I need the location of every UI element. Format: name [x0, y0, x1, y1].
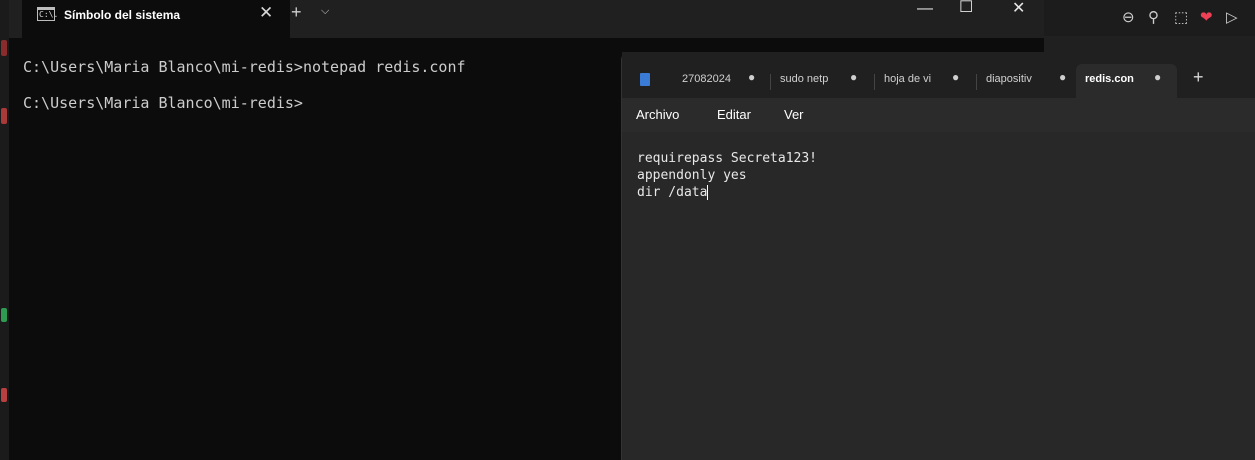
- notepad-editor[interactable]: requirepass Secreta123! appendonly yes d…: [622, 132, 1255, 460]
- editor-line-current: dir /data: [637, 184, 817, 201]
- strip-mark-red: [1, 40, 7, 56]
- unsaved-dot-icon: ●: [1059, 70, 1067, 84]
- unsaved-dot-icon: ●: [1154, 70, 1162, 84]
- window-close-button[interactable]: ✕: [1012, 0, 1025, 18]
- menu-ver[interactable]: Ver: [784, 107, 804, 122]
- screenshot-icon[interactable]: ⬚: [1174, 8, 1188, 26]
- background-window-strip: [0, 0, 9, 460]
- zoom-out-icon[interactable]: ⊖: [1122, 8, 1135, 26]
- new-tab-button[interactable]: +: [291, 2, 302, 23]
- notepad-tab-active[interactable]: redis.con ●: [1076, 64, 1177, 98]
- terminal-line: C:\Users\Maria Blanco\mi-redis>: [23, 94, 303, 112]
- unsaved-dot-icon: ●: [952, 70, 960, 84]
- unsaved-dot-icon: ●: [850, 70, 858, 84]
- notepad-tab[interactable]: 27082024 ●: [682, 64, 764, 98]
- maximize-button[interactable]: ☐: [959, 0, 973, 17]
- pin-icon[interactable]: ⚲: [1148, 8, 1159, 26]
- editor-line-text: dir /data: [637, 185, 708, 200]
- send-icon[interactable]: ▷: [1226, 8, 1238, 26]
- strip-mark-red: [1, 108, 7, 124]
- notepad-tab[interactable]: hoja de vi ●: [884, 64, 972, 98]
- editor-line: requirepass Secreta123!: [637, 151, 818, 166]
- chevron-down-icon[interactable]: ⌵: [321, 5, 329, 18]
- strip-mark-red: [1, 388, 7, 402]
- notepad-tab-label: 27082024: [682, 73, 731, 85]
- menu-archivo[interactable]: Archivo: [636, 107, 679, 122]
- command-prompt-icon: C:\.: [37, 7, 58, 21]
- text-caret: [707, 185, 709, 200]
- tab-divider: [874, 74, 875, 90]
- strip-mark-green: [1, 308, 7, 322]
- notepad-content: requirepass Secreta123! appendonly yes d…: [637, 150, 817, 201]
- notepad-tab-label: redis.con: [1085, 73, 1134, 85]
- editor-line: appendonly yes: [637, 168, 747, 183]
- terminal-line: C:\Users\Maria Blanco\mi-redis>notepad r…: [23, 58, 466, 76]
- terminal-tab-title: Símbolo del sistema: [64, 8, 181, 22]
- notepad-tab-label: sudo netp: [780, 73, 829, 85]
- terminal-tab-bar: C:\. Símbolo del sistema ✕ + ⌵ — ☐ ✕: [9, 0, 1044, 38]
- menu-editar[interactable]: Editar: [717, 107, 751, 122]
- notepad-tab[interactable]: sudo netp ●: [780, 64, 868, 98]
- tab-divider: [976, 74, 977, 90]
- close-icon[interactable]: ✕: [259, 3, 273, 23]
- notepad-tab-bar: 27082024 ● sudo netp ● hoja de vi ● diap…: [622, 52, 1255, 98]
- unsaved-dot-icon: ●: [748, 70, 756, 84]
- terminal-tab[interactable]: C:\. Símbolo del sistema ✕: [22, 0, 290, 38]
- notepad-window: 27082024 ● sudo netp ● hoja de vi ● diap…: [621, 52, 1255, 460]
- new-tab-button[interactable]: +: [1193, 67, 1204, 88]
- pocket-icon[interactable]: ❤: [1200, 8, 1213, 26]
- notepad-file-icon: [640, 73, 650, 86]
- notepad-tab[interactable]: diapositiv ●: [986, 64, 1076, 98]
- minimize-button[interactable]: —: [917, 0, 933, 18]
- tab-divider: [770, 74, 771, 90]
- terminal-console[interactable]: C:\Users\Maria Blanco\mi-redis>notepad r…: [9, 56, 609, 114]
- browser-toolbar: ⊖ ⚲ ⬚ ❤ ▷: [1044, 0, 1255, 36]
- notepad-menu-bar: Archivo Editar Ver: [622, 98, 1255, 132]
- notepad-tab-label: diapositiv: [986, 73, 1032, 85]
- notepad-tab-label: hoja de vi: [884, 73, 932, 85]
